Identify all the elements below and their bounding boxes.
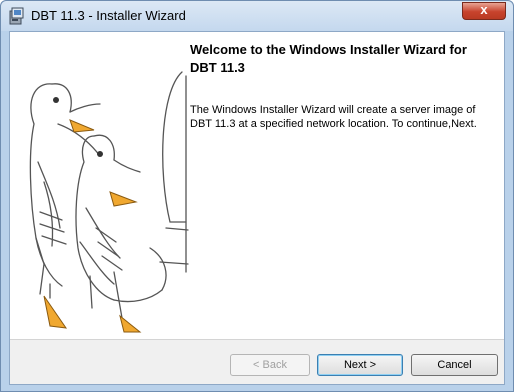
welcome-description: The Windows Installer Wizard will create… <box>190 104 477 130</box>
installer-app-icon <box>9 7 24 25</box>
window-title: DBT 11.3 - Installer Wizard <box>31 8 186 23</box>
footer-divider <box>10 339 504 340</box>
close-icon: x <box>480 2 488 17</box>
back-button[interactable]: < Back <box>230 354 310 376</box>
next-button[interactable]: Next > <box>317 354 403 376</box>
wizard-body: Welcome to the Windows Installer Wizard … <box>9 31 505 385</box>
welcome-heading: Welcome to the Windows Installer Wizard … <box>190 42 467 75</box>
ducks-at-computer-illustration <box>29 71 189 333</box>
title-bar: DBT 11.3 - Installer Wizard x <box>1 1 513 31</box>
cancel-button[interactable]: Cancel <box>411 354 498 376</box>
close-button[interactable]: x <box>462 2 506 20</box>
welcome-panel: Welcome to the Windows Installer Wizard … <box>10 32 504 339</box>
installer-window: DBT 11.3 - Installer Wizard x Welcome to… <box>0 0 514 392</box>
